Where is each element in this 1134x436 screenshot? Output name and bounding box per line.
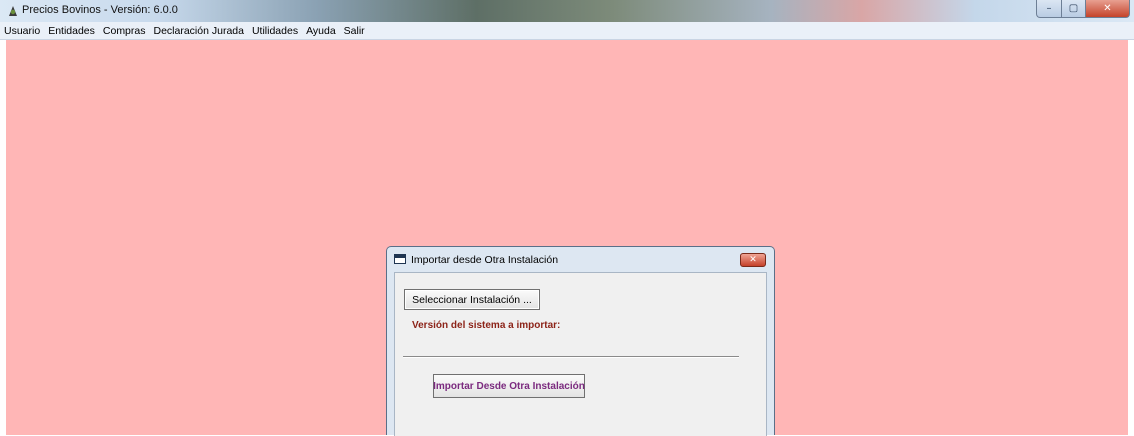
window-titlebar[interactable]: Precios Bovinos - Versión: 6.0.0 – ▢ ✕ [0, 0, 1134, 22]
version-label: Versión del sistema a importar: [412, 320, 561, 331]
dialog-close-button[interactable]: ✕ [740, 253, 766, 267]
dialog-titlebar[interactable]: Importar desde Otra Instalación ✕ [387, 247, 774, 272]
menu-bar: Usuario Entidades Compras Declaración Ju… [0, 22, 1134, 40]
divider [403, 356, 739, 358]
menu-entidades[interactable]: Entidades [44, 25, 99, 37]
window-icon [394, 254, 406, 264]
maximize-icon: ▢ [1068, 3, 1079, 14]
menu-salir[interactable]: Salir [340, 25, 369, 37]
import-dialog: Importar desde Otra Instalación ✕ Selecc… [386, 246, 775, 436]
select-installation-button[interactable]: Seleccionar Instalación ... [404, 289, 540, 310]
minimize-button[interactable]: – [1036, 0, 1062, 18]
menu-usuario[interactable]: Usuario [0, 25, 44, 37]
window-title: Precios Bovinos - Versión: 6.0.0 [22, 4, 178, 16]
menu-ayuda[interactable]: Ayuda [302, 25, 340, 37]
minimize-icon: – [1046, 3, 1052, 14]
close-window-button[interactable]: ✕ [1086, 0, 1130, 18]
app-icon [9, 6, 17, 16]
menu-utilidades[interactable]: Utilidades [248, 25, 302, 37]
menu-declaracion-jurada[interactable]: Declaración Jurada [150, 25, 248, 37]
import-button[interactable]: Importar Desde Otra Instalación [433, 374, 585, 398]
dialog-body: Seleccionar Instalación ... Versión del … [394, 272, 767, 436]
close-icon: ✕ [1103, 3, 1112, 14]
close-icon: ✕ [749, 255, 757, 265]
dialog-title: Importar desde Otra Instalación [411, 254, 559, 266]
window-controls: – ▢ ✕ [1036, 0, 1130, 18]
menu-compras[interactable]: Compras [99, 25, 150, 37]
maximize-button[interactable]: ▢ [1062, 0, 1086, 18]
